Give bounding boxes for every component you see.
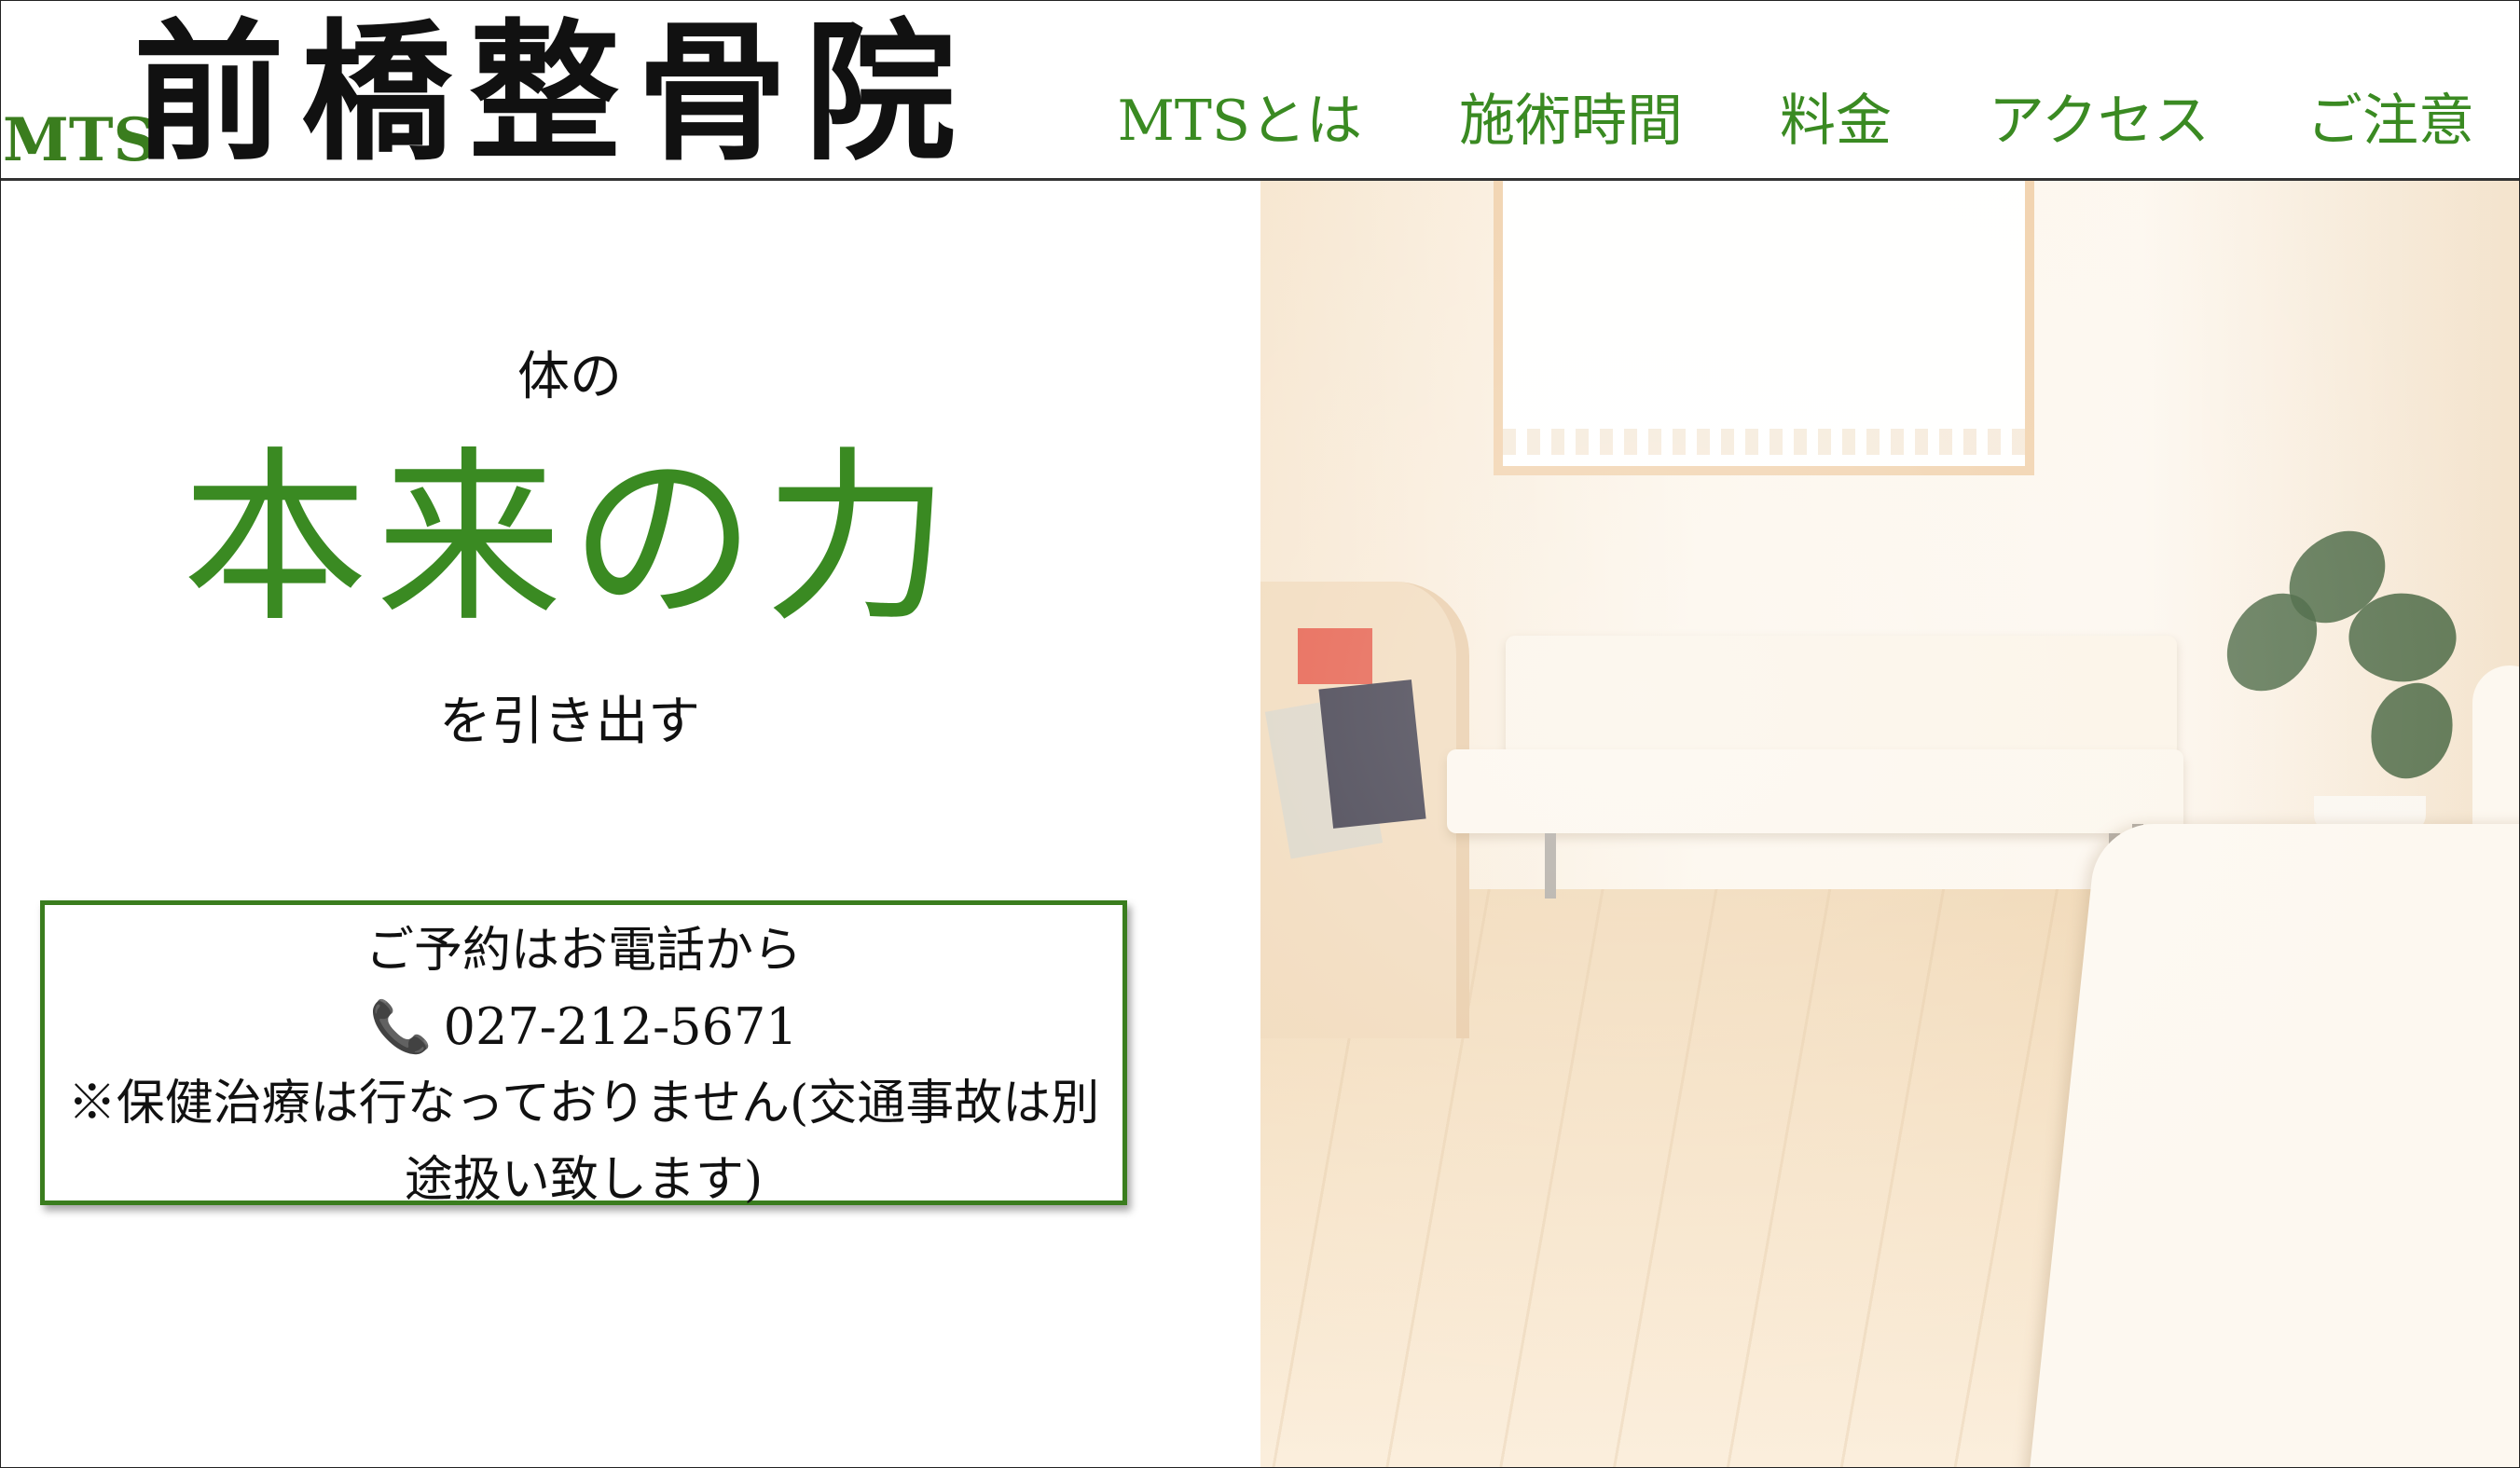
waiting-room-photo [1260,181,2519,1467]
hero-headline: 本来の力 [181,431,957,648]
nav-link-about[interactable]: MTSとは [1117,90,1362,152]
nav-link-hours[interactable]: 施術時間 [1459,90,1683,152]
photo-light-overlay [1260,181,2519,1467]
main-nav: MTSとは 施術時間 料金 アクセス ご注意 [1117,90,2474,152]
phone-icon: 📞 [369,997,433,1056]
page-frame: MTS 前橋整骨院 MTSとは 施術時間 料金 アクセス ご注意 体の 本来の力… [0,0,2520,1468]
phone-line[interactable]: 📞 027-212-5671 [45,989,1122,1065]
hero-text-panel: 体の 本来の力 を引き出す ご予約はお電話から 📞 027-212-5671 ※保… [1,181,1260,1467]
nav-link-notice[interactable]: ご注意 [2307,90,2474,152]
reservation-heading: ご予約はお電話から [365,923,802,979]
logo-title[interactable]: 前橋整骨院 [133,18,972,169]
reservation-box: ご予約はお電話から 📞 027-212-5671 ※保健治療は行なっておりません(… [40,900,1127,1208]
nav-link-access[interactable]: アクセス [1989,90,2210,152]
hero-lead-bottom: を引き出す [439,692,700,752]
hero-lead-top: 体の [517,347,622,407]
site-header: MTS 前橋整骨院 MTSとは 施術時間 料金 アクセス ご注意 [1,1,2519,181]
nav-link-price[interactable]: 料金 [1780,90,1892,152]
phone-number[interactable]: 027-212-5671 [444,997,798,1056]
insurance-note: ※保健治療は行なっておりません(交通事故は別途扱い致します) [67,1076,1100,1208]
